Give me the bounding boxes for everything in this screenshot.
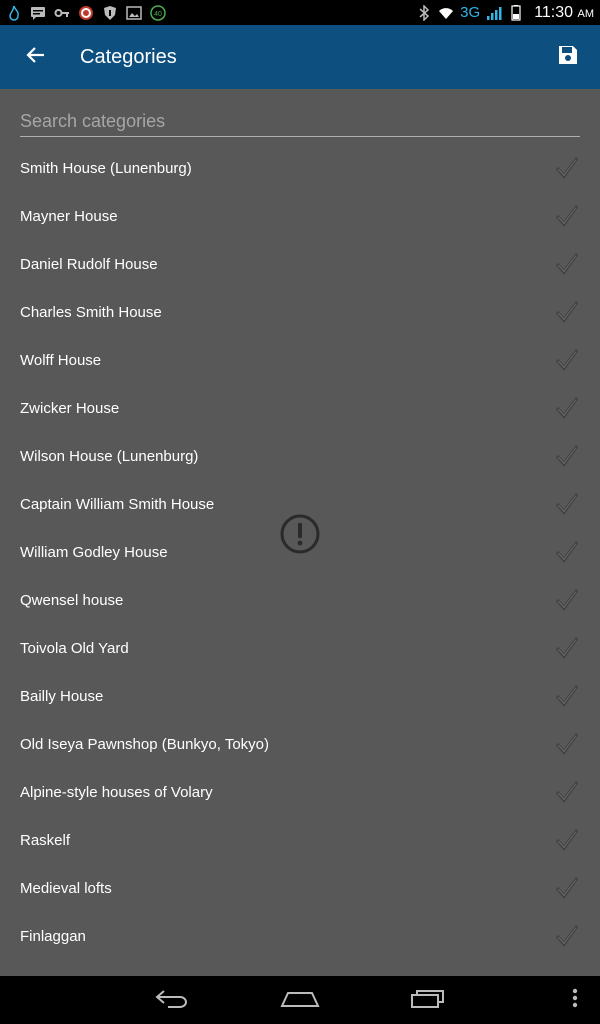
notification-icons: 40 bbox=[6, 4, 166, 21]
category-label: Wilson House (Lunenburg) bbox=[20, 447, 199, 465]
image-icon bbox=[126, 5, 142, 21]
checkmark-icon[interactable] bbox=[554, 731, 580, 757]
nav-recents-button[interactable] bbox=[396, 976, 460, 1024]
checkmark-icon[interactable] bbox=[554, 395, 580, 421]
more-vertical-icon bbox=[572, 988, 578, 1013]
category-item[interactable]: Wilson House (Lunenburg) bbox=[0, 432, 600, 480]
back-icon bbox=[154, 987, 190, 1014]
category-item[interactable]: Wolff House bbox=[0, 336, 600, 384]
save-button[interactable] bbox=[536, 25, 600, 89]
category-label: Raskelf bbox=[20, 831, 71, 849]
checkmark-icon[interactable] bbox=[554, 443, 580, 469]
system-icons: 3G 11:30 AM bbox=[416, 4, 594, 22]
category-item[interactable]: Medieval lofts bbox=[0, 864, 600, 912]
category-label: Toivola Old Yard bbox=[20, 639, 129, 657]
category-item[interactable]: Qwensel house bbox=[0, 576, 600, 624]
checkmark-icon[interactable] bbox=[554, 827, 580, 853]
checkmark-icon[interactable] bbox=[554, 491, 580, 517]
checkmark-icon[interactable] bbox=[554, 347, 580, 373]
checkmark-icon[interactable] bbox=[554, 635, 580, 661]
flame-icon bbox=[6, 5, 22, 21]
network-type-label: 3G bbox=[460, 4, 481, 21]
category-label: Mayner House bbox=[20, 207, 118, 225]
battery-icon bbox=[508, 4, 524, 21]
checkmark-icon[interactable] bbox=[554, 539, 580, 565]
search-input[interactable] bbox=[20, 107, 580, 135]
wifi-icon bbox=[438, 5, 454, 21]
recents-icon bbox=[410, 987, 446, 1014]
category-label: Captain William Smith House bbox=[20, 495, 215, 513]
checkmark-icon[interactable] bbox=[554, 203, 580, 229]
navigation-bar bbox=[0, 976, 600, 1024]
checkmark-icon[interactable] bbox=[554, 155, 580, 181]
search-field bbox=[20, 107, 580, 137]
checkmark-icon[interactable] bbox=[554, 683, 580, 709]
category-item[interactable]: Finlaggan bbox=[0, 912, 600, 960]
category-label: Alpine-style houses of Volary bbox=[20, 783, 213, 801]
home-icon bbox=[280, 987, 320, 1014]
checkmark-icon[interactable] bbox=[554, 587, 580, 613]
category-label: William Godley House bbox=[20, 543, 168, 561]
checkmark-icon[interactable] bbox=[554, 299, 580, 325]
category-label: Finlaggan bbox=[20, 927, 86, 945]
category-item[interactable]: Raskelf bbox=[0, 816, 600, 864]
category-item[interactable]: Charles Smith House bbox=[0, 288, 600, 336]
back-button[interactable] bbox=[0, 25, 72, 89]
badge-icon: 40 bbox=[150, 4, 166, 21]
checkmark-icon[interactable] bbox=[554, 779, 580, 805]
category-item[interactable]: Bailly House bbox=[0, 672, 600, 720]
category-item[interactable]: Smith House (Lunenburg) bbox=[0, 144, 600, 192]
clock: 11:30 AM bbox=[534, 3, 594, 21]
category-item[interactable]: Zwicker House bbox=[0, 384, 600, 432]
message-icon bbox=[30, 5, 46, 21]
category-item[interactable]: Mayner House bbox=[0, 192, 600, 240]
category-label: Smith House (Lunenburg) bbox=[20, 159, 192, 177]
app-notification-icon bbox=[78, 5, 94, 21]
overflow-menu-button[interactable] bbox=[560, 976, 590, 1024]
category-label: Old Iseya Pawnshop (Bunkyo, Tokyo) bbox=[20, 735, 270, 753]
status-bar: 40 3G 11:30 AM bbox=[0, 0, 600, 25]
signal-icon bbox=[486, 5, 502, 21]
nav-back-button[interactable] bbox=[140, 976, 204, 1024]
category-item[interactable]: Old Iseya Pawnshop (Bunkyo, Tokyo) bbox=[0, 720, 600, 768]
key-icon bbox=[54, 5, 70, 21]
category-label: Qwensel house bbox=[20, 591, 124, 609]
category-item[interactable]: Toivola Old Yard bbox=[0, 624, 600, 672]
shield-icon bbox=[102, 5, 118, 21]
category-label: Wolff House bbox=[20, 351, 102, 369]
category-label: Medieval lofts bbox=[20, 879, 112, 897]
bluetooth-icon bbox=[416, 4, 432, 21]
checkmark-icon[interactable] bbox=[554, 251, 580, 277]
categories-content: Smith House (Lunenburg) Mayner House Danie… bbox=[0, 89, 600, 976]
category-item[interactable]: Alpine-style houses of Volary bbox=[0, 768, 600, 816]
category-label: Bailly House bbox=[20, 687, 104, 705]
alert-icon bbox=[280, 514, 320, 554]
save-icon bbox=[557, 44, 579, 71]
arrow-left-icon bbox=[26, 45, 46, 70]
svg-text:40: 40 bbox=[154, 11, 162, 18]
page-title: Categories bbox=[80, 45, 177, 68]
category-label: Charles Smith House bbox=[20, 303, 162, 321]
category-label: Zwicker House bbox=[20, 399, 120, 417]
category-item[interactable]: Daniel Rudolf House bbox=[0, 240, 600, 288]
category-label: Daniel Rudolf House bbox=[20, 255, 158, 273]
nav-home-button[interactable] bbox=[268, 976, 332, 1024]
checkmark-icon[interactable] bbox=[554, 875, 580, 901]
app-bar: Categories bbox=[0, 25, 600, 89]
checkmark-icon[interactable] bbox=[554, 923, 580, 949]
